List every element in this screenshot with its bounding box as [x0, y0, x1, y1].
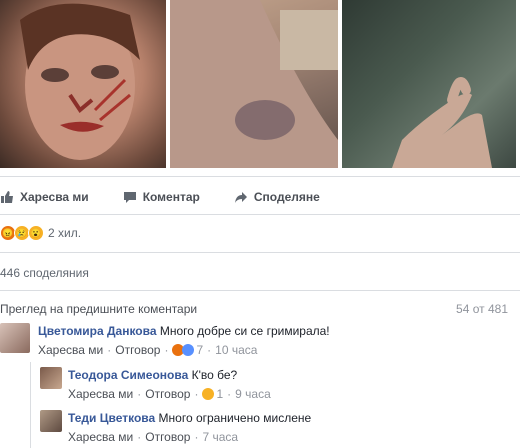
reply-item: Теди Цветкова Много ограничено мислене Х…: [40, 410, 311, 445]
comment-reaction-count[interactable]: 7: [196, 342, 203, 358]
meta-separator: ·: [194, 387, 199, 401]
comment-time[interactable]: 7 часа: [202, 429, 238, 445]
haha-emoji-icon: [202, 388, 215, 400]
comment-item: Цветомира Данкова Много добре си се грим…: [0, 323, 330, 358]
reactions-count: 2 хил.: [48, 226, 82, 240]
comment-time[interactable]: 9 часа: [235, 386, 271, 402]
comment-meta: Харесва ми · Отговор · 1 · 9 часа: [68, 386, 271, 402]
meta-separator: ·: [207, 343, 212, 357]
comment-meta: Харесва ми · Отговор · 7 часа: [68, 429, 311, 445]
photo-bruised-arm[interactable]: [170, 0, 338, 168]
comment-button-label: Коментар: [142, 190, 200, 204]
share-button-label: Споделяне: [253, 190, 320, 204]
divider-shares: [0, 290, 520, 291]
avatar[interactable]: [40, 367, 62, 389]
hand-illustration: [392, 77, 492, 168]
comment-like-link[interactable]: Харесва ми: [68, 429, 133, 445]
comment-like-link[interactable]: Харесва ми: [38, 342, 103, 358]
thumbs-up-icon: [1, 191, 13, 203]
reply-item: Теодора Симеонова К'во бе? Харесва ми · …: [40, 367, 271, 402]
photo-injured-face[interactable]: [0, 0, 166, 168]
meta-separator: ·: [107, 343, 112, 357]
like-emoji-icon: [182, 344, 195, 356]
photo-injured-hand[interactable]: [342, 0, 516, 168]
like-button[interactable]: Харесва ми: [0, 190, 89, 204]
meta-separator: ·: [164, 343, 169, 357]
meta-separator: ·: [194, 430, 199, 444]
wow-emoji-icon: 😮: [28, 225, 44, 241]
comment-author[interactable]: Цветомира Данкова: [38, 324, 157, 338]
meta-separator: ·: [137, 387, 142, 401]
shares-count[interactable]: 446 споделяния: [0, 266, 89, 280]
like-button-label: Харесва ми: [20, 190, 89, 204]
arm-illustration: [170, 0, 338, 168]
comment-text: К'во бе?: [191, 368, 238, 382]
comment-bubble-icon: [123, 192, 136, 203]
comment-reply-link[interactable]: Отговор: [115, 342, 160, 358]
comment-author[interactable]: Теодора Симеонова: [68, 368, 188, 382]
post-action-bar: Харесва ми Коментар Споделяне: [0, 182, 520, 212]
comment-button[interactable]: Коментар: [123, 190, 200, 204]
meta-separator: ·: [227, 387, 232, 401]
reply-thread-line: [30, 362, 31, 448]
avatar[interactable]: [0, 323, 30, 353]
divider-top: [0, 176, 520, 177]
photo-strip: [0, 0, 520, 168]
avatar[interactable]: [40, 410, 62, 432]
meta-separator: ·: [137, 430, 142, 444]
comment-reply-link[interactable]: Отговор: [145, 386, 190, 402]
comment-reaction-count[interactable]: 1: [216, 386, 223, 402]
share-button[interactable]: Споделяне: [234, 190, 320, 204]
reactions-summary[interactable]: 😠 😢 😮 2 хил.: [0, 225, 81, 241]
comments-pager: 54 от 481: [456, 302, 508, 316]
comment-text: Много добре си се гримирала!: [159, 324, 330, 338]
share-arrow-icon: [234, 192, 247, 203]
comment-meta: Харесва ми · Отговор · 7 · 10 часа: [38, 342, 330, 358]
comment-like-link[interactable]: Харесва ми: [68, 386, 133, 402]
comment-reply-link[interactable]: Отговор: [145, 429, 190, 445]
view-previous-comments-link[interactable]: Преглед на предишните коментари: [0, 302, 197, 316]
comment-time[interactable]: 10 часа: [215, 342, 257, 358]
comment-text: Много ограничено мислене: [158, 411, 312, 425]
divider-reactions: [0, 252, 520, 253]
divider-actions: [0, 214, 520, 215]
previous-comments-row: Преглед на предишните коментари 54 от 48…: [0, 302, 508, 316]
comment-author[interactable]: Теди Цветкова: [68, 411, 155, 425]
face-illustration: [20, 3, 140, 160]
